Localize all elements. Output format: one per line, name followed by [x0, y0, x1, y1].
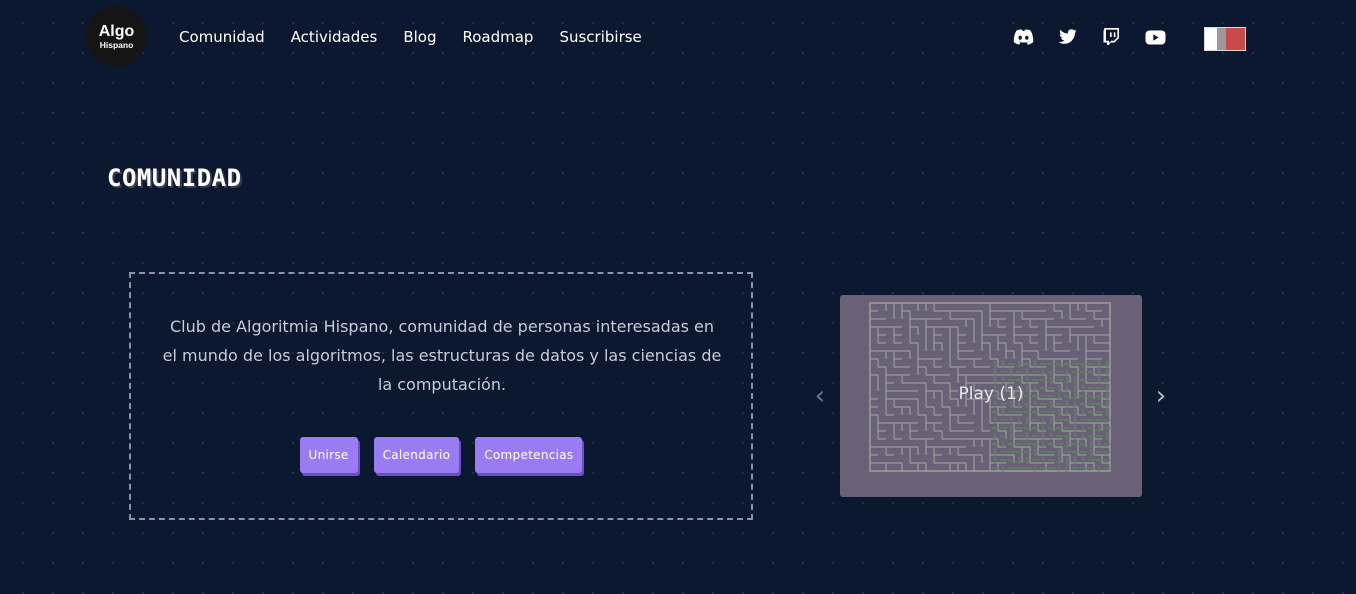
main-nav: Comunidad Actividades Blog Roadmap Suscr… — [179, 26, 668, 48]
maze-carousel: ‹ Play (1) › — [808, 295, 1178, 497]
twitch-icon[interactable] — [1100, 26, 1122, 48]
community-description: Club de Algoritmia Hispano, comunidad de… — [162, 317, 722, 394]
section-title: COMUNIDAD — [107, 164, 242, 192]
nav-blog[interactable]: Blog — [403, 26, 436, 48]
nav-actividades[interactable]: Actividades — [291, 26, 378, 48]
youtube-icon[interactable] — [1144, 26, 1166, 48]
calendario-button[interactable]: Calendario — [373, 437, 460, 473]
maze-game-panel[interactable]: Play (1) — [840, 295, 1142, 497]
nav-suscribirse[interactable]: Suscribirse — [559, 26, 641, 48]
discord-icon[interactable] — [1012, 26, 1034, 48]
logo-line2: Hispano — [99, 39, 134, 50]
logo-line1: Algo — [98, 22, 135, 40]
competencias-button[interactable]: Competencias — [475, 437, 583, 473]
nav-roadmap[interactable]: Roadmap — [462, 26, 533, 48]
twitter-icon[interactable] — [1056, 26, 1078, 48]
unirse-button[interactable]: Unirse — [299, 437, 358, 473]
social-links — [1012, 26, 1188, 48]
chevron-right-icon[interactable]: › — [1149, 381, 1173, 411]
algo-hispano-logo[interactable]: Algo Hispano — [86, 6, 147, 67]
nav-comunidad[interactable]: Comunidad — [179, 26, 265, 48]
action-buttons: Unirse Calendario Competencias — [131, 437, 751, 473]
play-label: Play (1) — [958, 384, 1024, 404]
language-flag-icon[interactable] — [1204, 27, 1246, 51]
site-header: Algo Hispano Comunidad Actividades Blog … — [0, 0, 1356, 76]
community-card: Club de Algoritmia Hispano, comunidad de… — [129, 272, 753, 520]
chevron-left-icon[interactable]: ‹ — [808, 381, 832, 411]
